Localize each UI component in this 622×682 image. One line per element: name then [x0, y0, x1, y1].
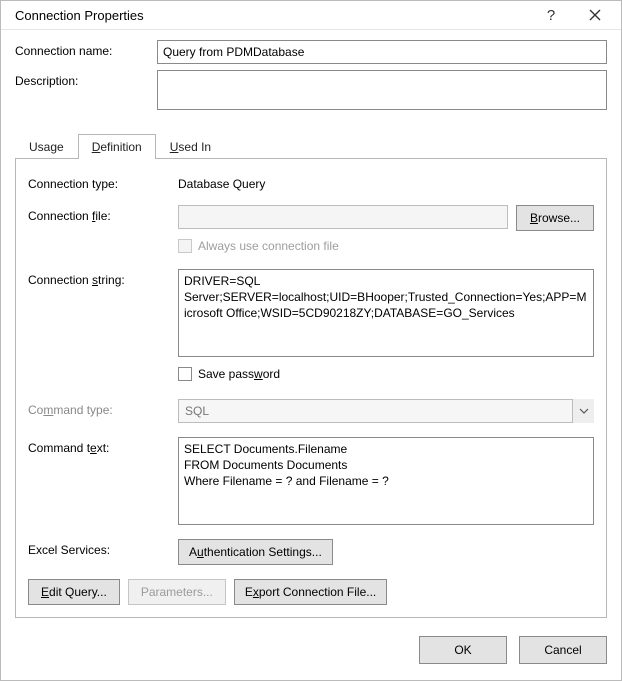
connection-string-label: Connection string: [28, 269, 178, 287]
command-type-value: SQL [178, 399, 594, 423]
connection-type-label: Connection type: [28, 173, 178, 191]
save-password-checkbox[interactable]: Save password [178, 365, 280, 381]
tab-definition[interactable]: Definition [78, 134, 156, 159]
connection-file-label: Connection file: [28, 205, 178, 223]
dialog-title: Connection Properties [15, 8, 529, 23]
cancel-button[interactable]: Cancel [519, 636, 607, 664]
description-label: Description: [15, 70, 157, 88]
dialog-footer: OK Cancel [1, 618, 621, 682]
connection-file-input [178, 205, 508, 229]
close-icon [589, 9, 601, 21]
command-type-label: Command type: [28, 399, 178, 417]
command-text-input[interactable]: SELECT Documents.Filename FROM Documents… [178, 437, 594, 525]
ok-button[interactable]: OK [419, 636, 507, 664]
authentication-settings-button[interactable]: Authentication Settings... [178, 539, 333, 565]
description-input[interactable] [157, 70, 607, 110]
tab-used-in[interactable]: Used In [156, 134, 225, 159]
always-use-connection-file-checkbox: Always use connection file [178, 237, 339, 253]
checkbox-icon [178, 367, 192, 381]
always-use-label: Always use connection file [198, 239, 339, 253]
export-connection-file-button[interactable]: Export Connection File... [234, 579, 387, 605]
browse-button[interactable]: Browse... [516, 205, 594, 231]
save-password-label: Save password [198, 367, 280, 381]
connection-name-label: Connection name: [15, 40, 157, 58]
chevron-down-icon [572, 399, 594, 423]
tab-strip: Usage Definition Used In [15, 133, 607, 158]
command-text-label: Command text: [28, 437, 178, 455]
connection-string-input[interactable]: DRIVER=SQL Server;SERVER=localhost;UID=B… [178, 269, 594, 357]
connection-name-input[interactable] [157, 40, 607, 64]
titlebar: Connection Properties ? [1, 1, 621, 30]
checkbox-icon [178, 239, 192, 253]
connection-properties-dialog: Connection Properties ? Connection name:… [0, 0, 622, 681]
parameters-button: Parameters... [128, 579, 226, 605]
help-button[interactable]: ? [529, 1, 573, 29]
excel-services-label: Excel Services: [28, 539, 178, 557]
definition-panel: Connection type: Database Query Connecti… [15, 158, 607, 618]
edit-query-button[interactable]: Edit Query... [28, 579, 120, 605]
close-button[interactable] [573, 1, 617, 29]
command-type-select[interactable]: SQL [178, 399, 594, 423]
tab-usage[interactable]: Usage [15, 134, 78, 159]
connection-type-value: Database Query [178, 173, 265, 191]
